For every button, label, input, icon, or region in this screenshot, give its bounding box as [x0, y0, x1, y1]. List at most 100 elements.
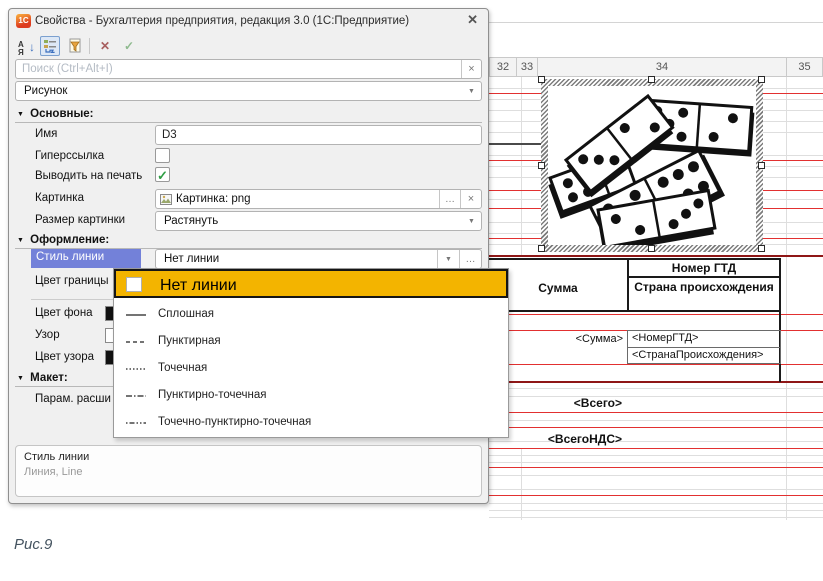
picture-field[interactable]: Картинка: png … ×	[155, 189, 482, 209]
print-checkbox[interactable]: ✓	[155, 167, 170, 182]
grid-line	[762, 110, 823, 111]
section-line	[489, 190, 541, 191]
section-main-label: Основные:	[30, 108, 93, 120]
column-header-33[interactable]: 33	[516, 57, 538, 77]
figure-caption: Рис.9	[14, 536, 52, 553]
selection-handle-e[interactable]	[758, 162, 765, 169]
name-label: Имя	[35, 128, 57, 140]
dropdown-item-label: Точечная	[158, 362, 207, 374]
section-line	[489, 160, 541, 161]
dashed-line-icon	[124, 337, 148, 347]
hyperlink-label: Гиперссылка	[35, 150, 104, 162]
window-top-edge	[489, 22, 823, 23]
picture-label: Картинка	[35, 192, 84, 204]
hyperlink-checkbox[interactable]	[155, 148, 170, 163]
section-line	[489, 208, 541, 209]
section-line	[762, 160, 823, 161]
group-by-category-icon[interactable]	[40, 36, 60, 56]
grid-line	[489, 233, 541, 234]
line-style-more-button[interactable]: …	[459, 250, 481, 268]
column-header-35[interactable]: 35	[786, 57, 823, 77]
grid-line	[489, 155, 541, 156]
line-style-label-selected[interactable]: Стиль линии	[31, 249, 141, 268]
no-line-swatch-icon	[126, 277, 142, 292]
apply-check-icon[interactable]: ✓	[119, 36, 139, 56]
search-field[interactable]: ×	[15, 59, 482, 79]
section-collapse-icon: ▼	[17, 375, 24, 382]
chevron-down-icon[interactable]: ▼	[437, 250, 459, 268]
column-header-32[interactable]: 32	[489, 57, 517, 77]
table-border-header-mid	[627, 276, 781, 278]
toolbar-separator	[89, 38, 90, 54]
section-main[interactable]: ▼ Основные:	[15, 107, 482, 123]
grid-line	[489, 222, 541, 223]
cancel-icon[interactable]: ✕	[95, 36, 115, 56]
grid-line	[762, 244, 823, 245]
chevron-down-icon[interactable]: ▼	[462, 212, 481, 230]
solid-line-icon	[124, 310, 148, 320]
selection-handle-w[interactable]	[538, 162, 545, 169]
section-appearance[interactable]: ▼ Оформление:	[15, 233, 482, 249]
name-field[interactable]	[155, 125, 482, 145]
grid-line	[489, 420, 823, 421]
grid-line	[762, 166, 823, 167]
dropdown-item-dashed[interactable]: Пунктирная	[114, 330, 508, 354]
pattern-label: Узор	[35, 329, 60, 341]
search-input[interactable]	[16, 63, 461, 75]
cell-country-value: <СтранаПроисхождения>	[632, 349, 763, 361]
dropdown-item-label: Пунктирно-точечная	[158, 389, 266, 401]
section-line	[762, 93, 823, 94]
property-description-box: Стиль линии Линия, Line	[15, 445, 482, 497]
domino-image	[548, 86, 756, 245]
grid-line	[489, 388, 823, 389]
grid-line	[762, 155, 823, 156]
dropdown-item-dotted[interactable]: Точечная	[114, 357, 508, 381]
picture-clear-icon[interactable]: ×	[460, 190, 481, 208]
status-property-type: Линия, Line	[24, 466, 82, 478]
sort-alphabetical-icon[interactable]: А Я ↓	[17, 36, 37, 56]
close-icon[interactable]: ✕	[467, 12, 478, 28]
dash-dot-line-icon	[124, 391, 148, 401]
cell-gtd-value: <НомерГТД>	[632, 332, 698, 344]
selection-handle-n[interactable]	[648, 76, 655, 83]
section-line	[489, 364, 823, 365]
name-input[interactable]	[156, 129, 481, 141]
line-style-combo[interactable]: Нет линии ▼ …	[155, 249, 482, 269]
element-type-value: Рисунок	[16, 85, 462, 97]
picture-value: Картинка: png	[176, 193, 439, 205]
picture-size-label: Размер картинки	[35, 214, 125, 226]
column-header-34[interactable]: 34	[537, 57, 787, 77]
section-line	[489, 412, 823, 413]
grid-line	[489, 121, 541, 122]
dropdown-item-solid[interactable]: Сплошная	[114, 303, 508, 327]
dropdown-item-no-line[interactable]: Нет линии	[114, 269, 508, 298]
border-color-label: Цвет границы	[35, 275, 109, 287]
cell-sum-header: Сумма	[489, 281, 627, 295]
important-filter-icon[interactable]	[65, 36, 85, 56]
dropdown-item-label: Пунктирная	[158, 335, 221, 347]
line-style-value: Нет линии	[156, 253, 437, 265]
section-line	[489, 495, 823, 496]
element-type-combo[interactable]: Рисунок ▼	[15, 81, 482, 101]
selection-handle-ne[interactable]	[758, 76, 765, 83]
selection-handle-s[interactable]	[648, 245, 655, 252]
grid-line	[489, 462, 823, 463]
picture-more-button[interactable]: …	[439, 190, 460, 208]
chevron-down-icon[interactable]: ▼	[462, 82, 481, 100]
section-line	[762, 190, 823, 191]
dropdown-item-dash-dot[interactable]: Пунктирно-точечная	[114, 384, 508, 408]
selection-handle-sw[interactable]	[538, 245, 545, 252]
grid-line	[489, 110, 541, 111]
1c-logo-icon: 1С	[16, 14, 31, 28]
selection-handle-se[interactable]	[758, 245, 765, 252]
search-clear-icon[interactable]: ×	[461, 60, 481, 78]
grid-line	[489, 455, 823, 456]
dropdown-item-dot-dash-dot[interactable]: Точечно-пунктирно-точечная	[114, 411, 508, 435]
grid-line	[762, 222, 823, 223]
section-line	[489, 467, 823, 468]
selected-picture-frame[interactable]	[541, 79, 763, 252]
picture-size-combo[interactable]: Растянуть ▼	[155, 211, 482, 231]
section-line	[762, 238, 823, 239]
grid-line	[762, 121, 823, 122]
selection-handle-nw[interactable]	[538, 76, 545, 83]
